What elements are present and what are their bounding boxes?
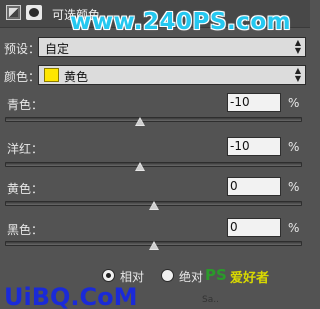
cyan-slider-track[interactable] [5, 117, 302, 122]
layer-mask-icon[interactable] [26, 5, 42, 20]
colors-value: 黄色 [64, 70, 89, 84]
cyan-label: 青色： [7, 98, 44, 112]
colors-label: 颜色： [4, 70, 41, 84]
black-slider-thumb[interactable] [149, 241, 159, 250]
yellow-input[interactable]: 0 [227, 177, 281, 196]
chevron-updown-icon: ▲ ▼ [294, 66, 301, 83]
preset-label: 预设： [4, 42, 41, 56]
preset-dropdown[interactable]: 自定 ▲ ▼ [38, 37, 306, 57]
cyan-slider-thumb[interactable] [135, 117, 145, 126]
yellow-percent: % [288, 180, 300, 194]
black-percent: % [288, 221, 300, 235]
watermark-brand: UiBQ.CoM [4, 283, 138, 309]
magenta-slider-thumb[interactable] [135, 162, 145, 171]
panel-header: 可选颜色 www.240PS.com [0, 0, 310, 35]
cyan-input[interactable]: -10 [227, 93, 281, 112]
preset-value: 自定 [45, 42, 70, 56]
watermark-ps: PS [205, 266, 227, 284]
color-swatch [44, 68, 59, 82]
watermark-small: Sa.. [202, 295, 219, 305]
absolute-label: 绝对 [179, 270, 204, 284]
black-input[interactable]: 0 [227, 218, 281, 237]
yellow-label: 黄色： [7, 182, 44, 196]
cyan-percent: % [288, 96, 300, 110]
colors-dropdown[interactable]: 黄色 ▲ ▼ [38, 65, 306, 85]
relative-radio[interactable] [102, 269, 115, 282]
magenta-label: 洋红： [7, 142, 44, 156]
magenta-percent: % [288, 140, 300, 154]
watermark-site: www.240PS.com [70, 9, 292, 35]
magenta-slider-track[interactable] [5, 162, 302, 167]
watermark-site-cn: 爱好者 [230, 271, 270, 286]
chevron-updown-icon: ▲ ▼ [294, 38, 301, 55]
absolute-radio[interactable] [161, 269, 174, 282]
yellow-slider-thumb[interactable] [149, 201, 159, 210]
adjustment-layer-icon[interactable] [6, 5, 21, 20]
black-label: 黑色： [7, 223, 44, 237]
magenta-input[interactable]: -10 [227, 137, 281, 156]
